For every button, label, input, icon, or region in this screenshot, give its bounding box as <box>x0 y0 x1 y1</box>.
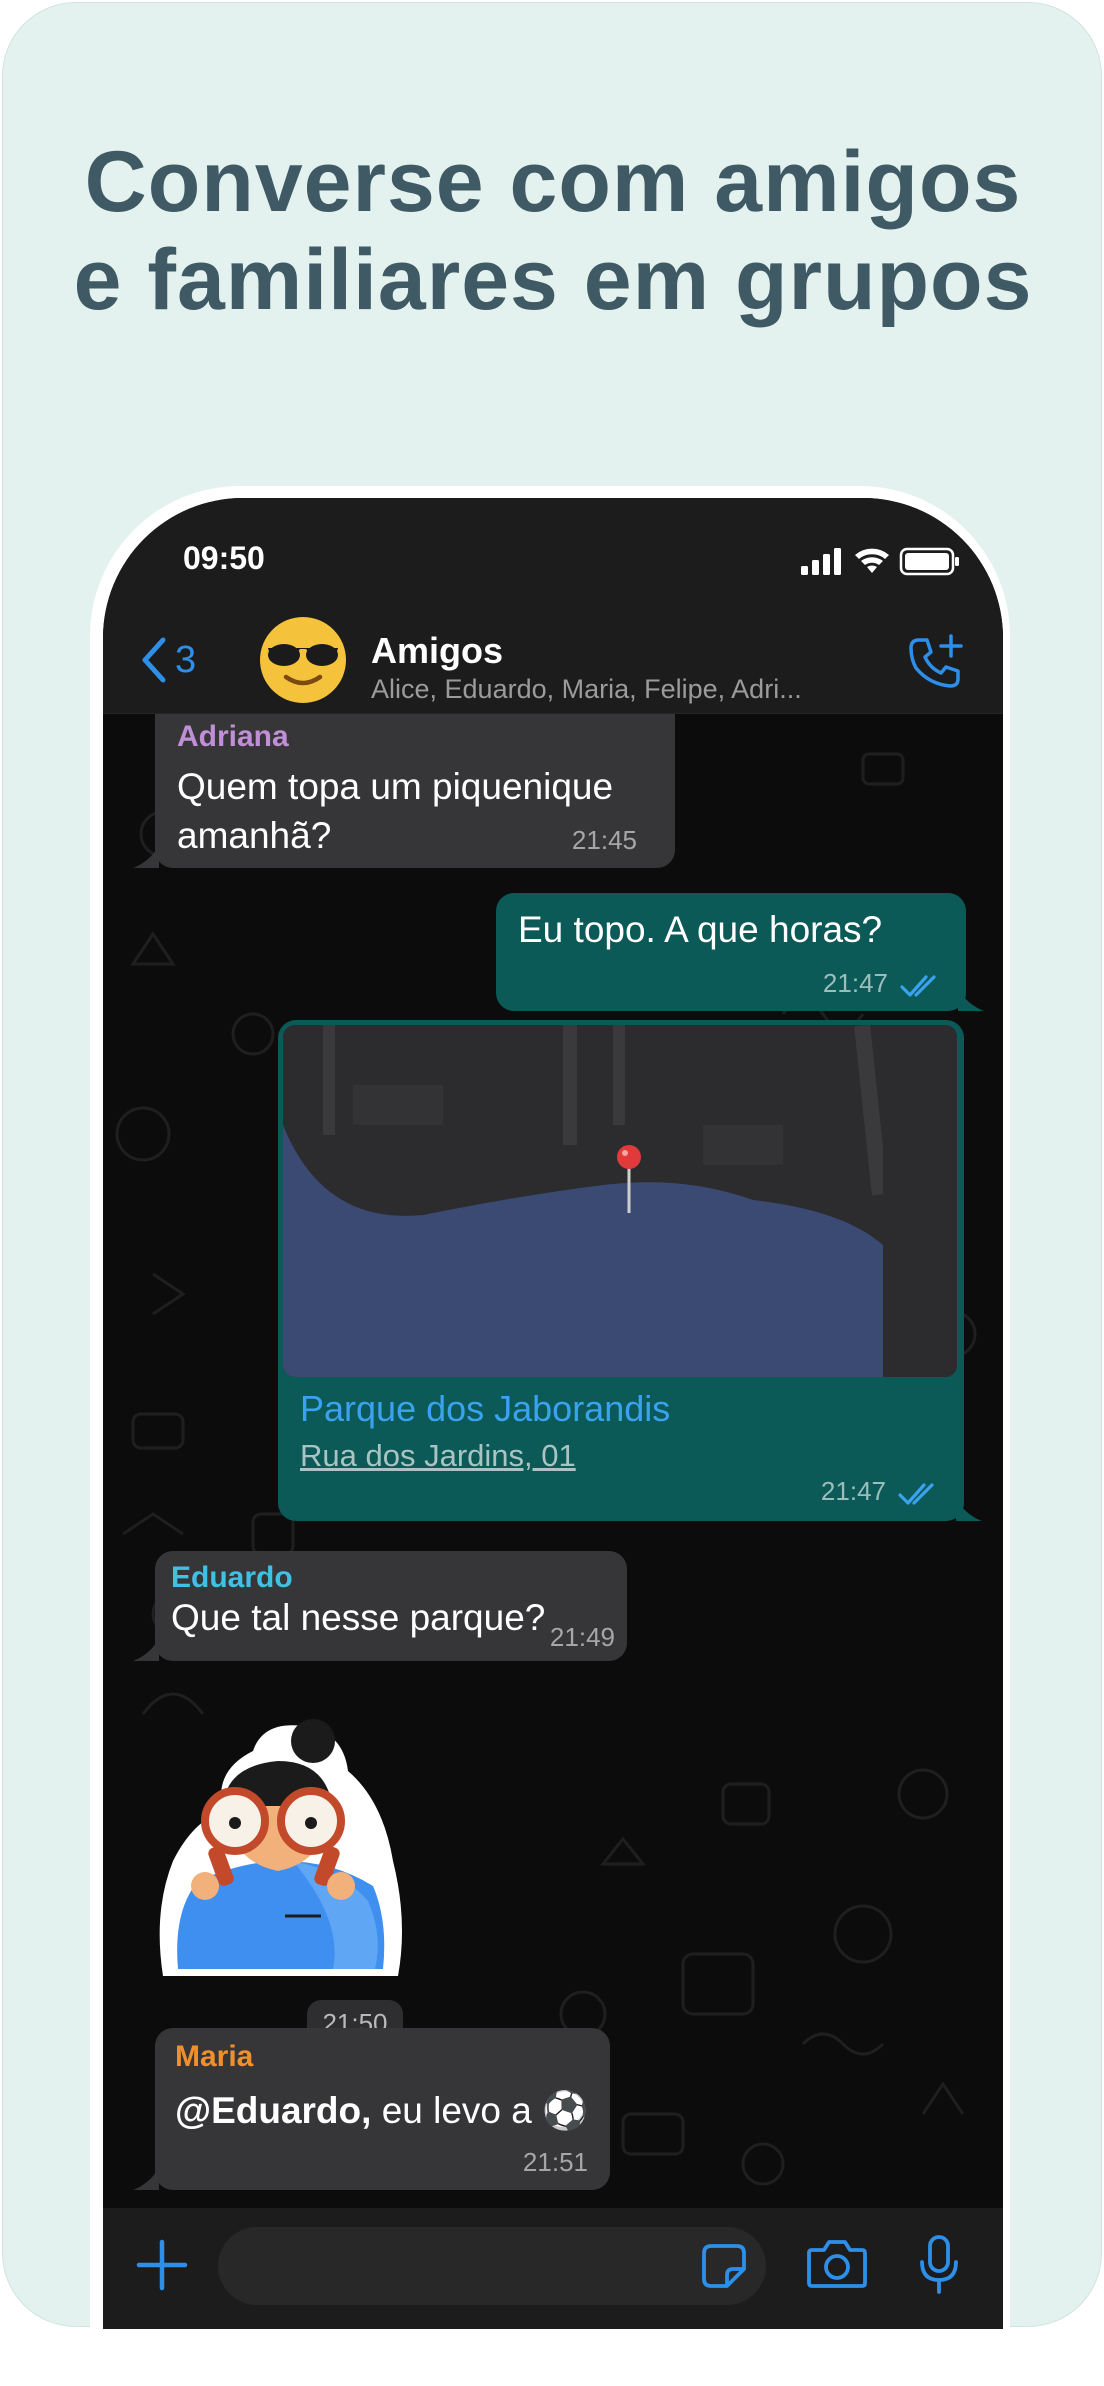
headline-line-2: e familiares em grupos <box>73 232 1033 328</box>
sticker-icon[interactable] <box>701 2243 747 2289</box>
message-incoming[interactable]: Maria @Eduardo, eu levo a ⚽ 21:51 <box>155 2028 610 2190</box>
bubble-tail <box>133 2168 159 2190</box>
map-pin-icon <box>617 1145 641 1169</box>
map-image <box>283 1025 957 1377</box>
bubble-tail <box>133 1639 159 1661</box>
location-title[interactable]: Parque dos Jaborandis <box>300 1388 670 1430</box>
signal-icon <box>801 548 841 575</box>
message-time: 21:47 <box>820 1476 886 1506</box>
phone-screen: 09:50 3 Amigos Alice, Eduardo, Maria, Fe… <box>103 498 1003 2329</box>
unread-count: 3 <box>175 638 197 681</box>
headline: Converse com amigos e familiares em grup… <box>3 133 1101 329</box>
bubble-tail <box>958 989 984 1011</box>
camera-icon[interactable] <box>806 2238 868 2290</box>
battery-icon <box>899 547 959 576</box>
microphone-icon[interactable] <box>919 2234 959 2296</box>
sunglasses-emoji-icon[interactable] <box>258 615 348 705</box>
message-text: Eu topo. A que horas? <box>518 909 883 950</box>
message-text: @Eduardo, eu levo a ⚽ <box>175 2086 588 2135</box>
location-address[interactable]: Rua dos Jardins, 01 <box>300 1438 576 1474</box>
message-time: 21:45 <box>571 825 637 855</box>
message-text-line: amanhã? <box>177 815 332 856</box>
message-incoming[interactable]: Eduardo Que tal nesse parque? 21:49 <box>155 1551 627 1661</box>
group-name[interactable]: Amigos <box>371 630 503 672</box>
composer-bar <box>103 2208 1003 2329</box>
binoculars-person-sticker[interactable] <box>143 1711 413 1981</box>
chat-area[interactable]: Adriana Quem topa um piquenique amanhã? … <box>103 714 1003 2208</box>
sender-name: Eduardo <box>171 1561 293 1594</box>
headline-line-1: Converse com amigos <box>84 134 1022 230</box>
sender-name: Adriana <box>177 720 289 753</box>
read-ticks-icon <box>898 1483 934 1505</box>
plus-icon[interactable] <box>133 2236 191 2294</box>
status-icons <box>801 547 959 576</box>
wifi-icon <box>855 548 889 573</box>
location-message[interactable]: Parque dos Jaborandis Rua dos Jardins, 0… <box>278 1020 964 1521</box>
message-outgoing[interactable]: Eu topo. A que horas? 21:47 <box>496 893 966 1011</box>
message-time: 21:51 <box>522 2147 588 2177</box>
message-input[interactable] <box>218 2227 766 2305</box>
message-text-line: Quem topa um piquenique <box>177 766 614 807</box>
bubble-tail <box>133 846 159 868</box>
back-button[interactable]: 3 <box>141 632 196 688</box>
message-text-body: eu levo a ⚽ <box>371 2090 589 2131</box>
status-bar: 09:50 <box>103 498 1003 608</box>
mention[interactable]: @Eduardo, <box>175 2090 371 2131</box>
message-incoming[interactable]: Adriana Quem topa um piquenique amanhã? … <box>155 714 675 868</box>
message-text: Quem topa um piquenique amanhã? <box>177 762 613 860</box>
group-members[interactable]: Alice, Eduardo, Maria, Felipe, Adri... <box>371 674 802 705</box>
map-preview[interactable] <box>283 1025 957 1377</box>
add-call-icon[interactable] <box>905 632 965 692</box>
chat-header: 3 Amigos Alice, Eduardo, Maria, Felipe, … <box>103 608 1003 714</box>
bubble-tail <box>956 1499 982 1521</box>
message-time: 21:47 <box>822 968 888 998</box>
sender-name: Maria <box>175 2040 254 2073</box>
status-time: 09:50 <box>183 540 265 576</box>
read-ticks-icon <box>900 975 936 997</box>
chevron-left-icon <box>142 637 166 683</box>
message-text: Que tal nesse parque? <box>171 1597 546 1638</box>
message-time: 21:49 <box>549 1622 615 1652</box>
